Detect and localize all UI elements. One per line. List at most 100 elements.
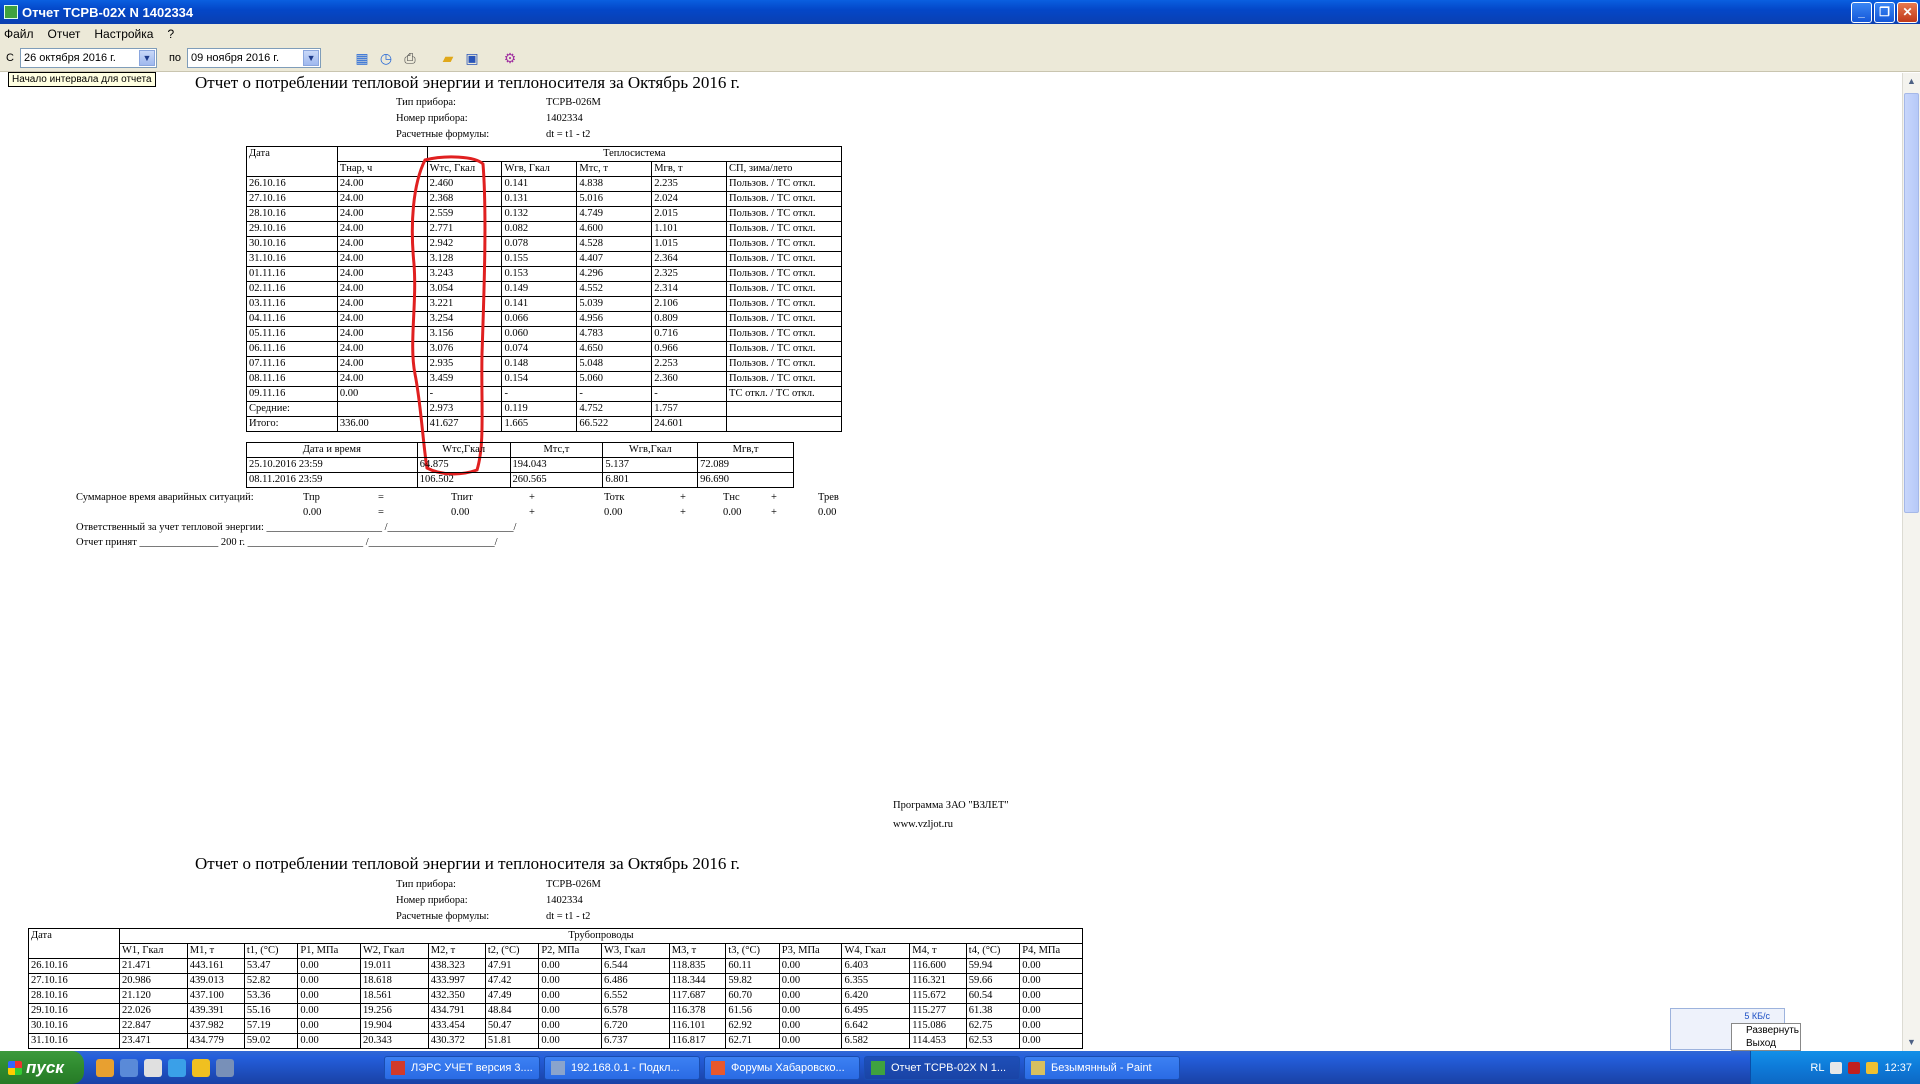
table-cell: 62.92 [725, 1018, 780, 1034]
browser-icon[interactable] [96, 1058, 114, 1077]
taskbar-button-label: Безымянный - Paint [1051, 1061, 1152, 1074]
table-cell: 0.00 [778, 1003, 843, 1019]
table-cell: 0.00 [1019, 1033, 1083, 1049]
table-icon[interactable]: ▦ [353, 49, 371, 67]
from-label: С [6, 51, 14, 64]
column-header: M4, т [909, 943, 967, 959]
tray-menu-exit[interactable]: Выход [1732, 1037, 1800, 1050]
from-date-picker[interactable]: 26 октября 2016 г. ▼ [19, 47, 157, 68]
table-cell: 24.00 [336, 266, 428, 282]
taskbar-button-label: Форумы Хабаровско... [731, 1061, 845, 1074]
table-cell: 433.454 [427, 1018, 486, 1034]
folder-open-icon[interactable]: ▰ [439, 49, 457, 67]
table-cell: 118.344 [668, 973, 727, 989]
table-cell: 106.502 [416, 472, 511, 488]
emergency-term: + [529, 492, 535, 503]
table-cell: 336.00 [336, 416, 428, 432]
clock-icon[interactable]: ◷ [377, 49, 395, 67]
table-cell: 2.235 [651, 176, 728, 192]
chevron-down-icon[interactable]: ▼ [138, 49, 155, 66]
vertical-scrollbar[interactable]: ▲ ▼ [1902, 73, 1920, 1051]
taskbar-button[interactable]: 192.168.0.1 - Подкл... [544, 1055, 700, 1080]
taskbar-button[interactable]: Отчет ТСРВ-02Х N 1... [864, 1055, 1020, 1080]
table-cell: 19.256 [360, 1003, 429, 1019]
chrome-icon[interactable] [192, 1058, 210, 1077]
scroll-down-icon[interactable]: ▼ [1903, 1034, 1920, 1051]
table-cell: 05.11.16 [246, 326, 338, 342]
menu-file[interactable]: Файл [4, 27, 34, 41]
menu-settings[interactable]: Настройка [94, 27, 153, 41]
taskbar-button[interactable]: Безымянный - Paint [1024, 1055, 1180, 1080]
menu-report[interactable]: Отчет [48, 27, 81, 41]
menu-help[interactable]: ? [167, 27, 174, 41]
table-cell: 0.154 [501, 371, 578, 387]
table-cell: 2.368 [426, 191, 503, 207]
taskbar-button[interactable]: Форумы Хабаровско... [704, 1055, 860, 1080]
report-title: Отчет о потреблении тепловой энергии и т… [195, 854, 740, 873]
language-indicator[interactable]: RL [1810, 1062, 1824, 1074]
table-cell: 0.00 [297, 973, 361, 989]
table-cell [726, 401, 842, 417]
column-header: M1, т [186, 943, 245, 959]
ie-icon[interactable] [168, 1058, 186, 1077]
close-button[interactable]: ✕ [1897, 2, 1918, 23]
scroll-thumb[interactable] [1904, 93, 1919, 513]
table-cell: 3.128 [426, 251, 503, 267]
desktop-icon[interactable] [216, 1058, 234, 1077]
start-button[interactable]: пуск [0, 1051, 84, 1084]
tray-menu-restore[interactable]: Развернуть [1732, 1024, 1800, 1037]
table-cell: 6.552 [601, 988, 670, 1004]
emergency-value: 0.00 [723, 507, 742, 518]
table-cell: Пользов. / ТС откл. [726, 251, 842, 267]
column-header: Wтс, Гкал [426, 161, 503, 177]
table-cell: 5.137 [602, 457, 699, 473]
document-icon[interactable] [144, 1058, 162, 1077]
title-bar[interactable]: Отчет ТСРВ-02Х N 1402334 _ ❐ ✕ [0, 0, 1920, 24]
table-cell: Пользов. / ТС откл. [726, 176, 842, 192]
table-cell: 2.106 [651, 296, 728, 312]
column-header: Wгв, Гкал [501, 161, 578, 177]
table-row: 09.11.16 0.00- - - - ТС откл. / ТС откл. [246, 386, 842, 402]
table-cell: 1.015 [651, 236, 728, 252]
scroll-up-icon[interactable]: ▲ [1903, 73, 1920, 90]
emergency-term: Тнс [723, 492, 740, 503]
opera-icon[interactable] [120, 1058, 138, 1077]
to-date-picker[interactable]: 09 ноября 2016 г. ▼ [187, 47, 322, 68]
table-cell: 2.942 [426, 236, 503, 252]
column-header: t3, (°C) [725, 943, 780, 959]
table-row: 29.10.16 24.00 2.771 0.082 4.600 1.101 Пользов… [246, 221, 842, 237]
application-window: Отчет ТСРВ-02Х N 1402334 _ ❐ ✕ Файл Отче… [0, 0, 1920, 1084]
table-row: 28.10.16 21.120 437.100 53.36 0.00 18.561 432.… [28, 988, 1083, 1004]
report-view[interactable]: Отчет о потреблении тепловой энергии и т… [0, 73, 1902, 1051]
table-cell: Пользов. / ТС откл. [726, 266, 842, 282]
column-header: СП, зима/лето [726, 161, 842, 177]
table-cell: 0.119 [501, 401, 578, 417]
table-cell: 24.00 [336, 251, 428, 267]
table-cell: 0.00 [1019, 1018, 1083, 1034]
maximize-button[interactable]: ❐ [1874, 2, 1895, 23]
network-icon[interactable] [1830, 1061, 1843, 1074]
taskbar-button[interactable]: ЛЭРС УЧЕТ версия 3.... [384, 1055, 540, 1080]
table-row: 05.11.16 24.00 3.156 0.060 4.783 0.716 Пользов… [246, 326, 842, 342]
table-cell: 5.048 [576, 356, 653, 372]
volume-icon[interactable] [1866, 1061, 1879, 1074]
chevron-down-icon[interactable]: ▼ [303, 49, 320, 66]
table-cell: 01.11.16 [246, 266, 338, 282]
table-cell: 0.00 [297, 1018, 361, 1034]
table-cell: 0.00 [538, 1003, 602, 1019]
table-cell: 62.53 [965, 1033, 1021, 1049]
table-cell: Средние: [246, 401, 338, 417]
table-cell: 62.71 [725, 1033, 780, 1049]
table-cell: 28.10.16 [28, 988, 120, 1004]
save-icon[interactable]: ▣ [463, 49, 481, 67]
settings-icon[interactable]: ⚙ [501, 49, 519, 67]
antivirus-icon[interactable] [1848, 1061, 1861, 1074]
emergency-value: 0.00 [303, 507, 322, 518]
minimize-button[interactable]: _ [1851, 2, 1872, 23]
table-cell: Пользов. / ТС откл. [726, 236, 842, 252]
print-icon[interactable]: ⎙ [401, 49, 419, 67]
table-cell: Пользов. / ТС откл. [726, 206, 842, 222]
table-cell: 24.00 [336, 191, 428, 207]
table-cell: 29.10.16 [246, 221, 338, 237]
table-cell: Пользов. / ТС откл. [726, 371, 842, 387]
